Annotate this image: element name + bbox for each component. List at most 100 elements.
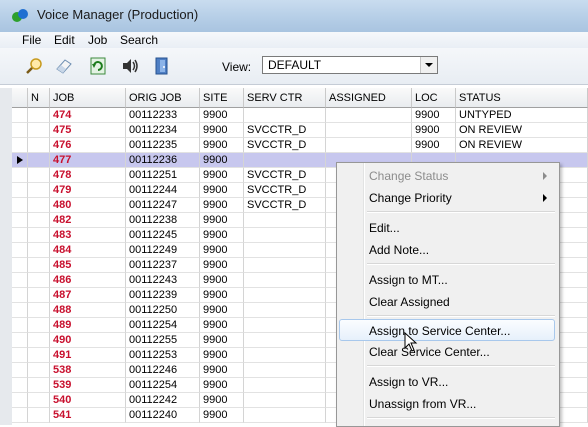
cell-job[interactable]: 484 — [50, 243, 126, 258]
cell-loc[interactable]: 9900 — [412, 123, 456, 138]
cell-site[interactable]: 9900 — [200, 153, 244, 168]
cell-site[interactable]: 9900 — [200, 183, 244, 198]
cell-serv-ctr[interactable] — [244, 318, 326, 333]
cell-site[interactable]: 9900 — [200, 378, 244, 393]
menu-edit[interactable]: Edit — [54, 32, 75, 48]
cell-n[interactable] — [28, 408, 50, 423]
cell-site[interactable]: 9900 — [200, 408, 244, 423]
cell-site[interactable]: 9900 — [200, 213, 244, 228]
row-indicator[interactable] — [12, 258, 28, 273]
cell-n[interactable] — [28, 273, 50, 288]
row-indicator[interactable] — [12, 303, 28, 318]
column-header-serv-ctr[interactable]: SERV CTR — [244, 88, 326, 108]
cell-orig-job[interactable]: 00112245 — [126, 228, 200, 243]
cell-job[interactable]: 487 — [50, 288, 126, 303]
cell-job[interactable]: 482 — [50, 213, 126, 228]
row-indicator[interactable] — [12, 378, 28, 393]
cell-n[interactable] — [28, 363, 50, 378]
cell-site[interactable]: 9900 — [200, 198, 244, 213]
cell-serv-ctr[interactable] — [244, 108, 326, 123]
row-indicator[interactable] — [12, 243, 28, 258]
cell-site[interactable]: 9900 — [200, 303, 244, 318]
speaker-icon[interactable] — [120, 56, 140, 76]
row-indicator[interactable] — [12, 348, 28, 363]
row-indicator[interactable] — [12, 273, 28, 288]
cell-loc[interactable]: 9900 — [412, 138, 456, 153]
column-header-assigned[interactable]: ASSIGNED — [326, 88, 412, 108]
cell-serv-ctr[interactable]: SVCCTR_D — [244, 168, 326, 183]
menu-item-assign-to-mt[interactable]: Assign to MT... — [339, 269, 555, 291]
menu-item-clear-assigned[interactable]: Clear Assigned — [339, 291, 555, 313]
cell-serv-ctr[interactable] — [244, 348, 326, 363]
cell-orig-job[interactable]: 00112233 — [126, 108, 200, 123]
row-indicator[interactable] — [12, 168, 28, 183]
row-indicator[interactable] — [12, 138, 28, 153]
cell-n[interactable] — [28, 243, 50, 258]
cell-site[interactable]: 9900 — [200, 318, 244, 333]
row-indicator[interactable] — [12, 393, 28, 408]
cell-site[interactable]: 9900 — [200, 288, 244, 303]
search-icon[interactable] — [24, 56, 44, 76]
cell-serv-ctr[interactable]: SVCCTR_D — [244, 198, 326, 213]
row-indicator[interactable] — [12, 213, 28, 228]
menu-search[interactable]: Search — [120, 32, 158, 48]
cell-serv-ctr[interactable] — [244, 378, 326, 393]
cell-orig-job[interactable]: 00112237 — [126, 258, 200, 273]
cell-n[interactable] — [28, 348, 50, 363]
column-header-site[interactable]: SITE — [200, 88, 244, 108]
cell-loc[interactable]: 9900 — [412, 108, 456, 123]
cell-job[interactable]: 474 — [50, 108, 126, 123]
cell-n[interactable] — [28, 258, 50, 273]
cell-job[interactable]: 539 — [50, 378, 126, 393]
cell-orig-job[interactable]: 00112244 — [126, 183, 200, 198]
exit-door-icon[interactable] — [152, 56, 172, 76]
cell-n[interactable] — [28, 288, 50, 303]
row-indicator[interactable] — [12, 153, 28, 168]
cell-orig-job[interactable]: 00112253 — [126, 348, 200, 363]
row-indicator[interactable] — [12, 198, 28, 213]
cell-job[interactable]: 489 — [50, 318, 126, 333]
cell-n[interactable] — [28, 378, 50, 393]
cell-serv-ctr[interactable]: SVCCTR_D — [244, 138, 326, 153]
menu-item-assign-to-vr[interactable]: Assign to VR... — [339, 371, 555, 393]
cell-serv-ctr[interactable] — [244, 363, 326, 378]
column-header-job[interactable]: JOB — [50, 88, 126, 108]
cell-n[interactable] — [28, 213, 50, 228]
cell-serv-ctr[interactable]: SVCCTR_D — [244, 183, 326, 198]
cell-serv-ctr[interactable] — [244, 288, 326, 303]
cell-job[interactable]: 476 — [50, 138, 126, 153]
cell-orig-job[interactable]: 00112251 — [126, 168, 200, 183]
cell-n[interactable] — [28, 333, 50, 348]
cell-site[interactable]: 9900 — [200, 168, 244, 183]
cell-job[interactable]: 480 — [50, 198, 126, 213]
row-indicator[interactable] — [12, 408, 28, 423]
cell-orig-job[interactable]: 00112235 — [126, 138, 200, 153]
cell-orig-job[interactable]: 00112236 — [126, 153, 200, 168]
cell-n[interactable] — [28, 123, 50, 138]
cell-job[interactable]: 477 — [50, 153, 126, 168]
cell-site[interactable]: 9900 — [200, 228, 244, 243]
cell-n[interactable] — [28, 138, 50, 153]
table-row[interactable]: 474 00112233 9900 9900 UNTYPED — [12, 108, 588, 123]
cell-serv-ctr[interactable] — [244, 228, 326, 243]
cell-serv-ctr[interactable] — [244, 303, 326, 318]
cell-serv-ctr[interactable] — [244, 213, 326, 228]
refresh-icon[interactable] — [88, 56, 108, 76]
cell-orig-job[interactable]: 00112238 — [126, 213, 200, 228]
cell-job[interactable]: 490 — [50, 333, 126, 348]
cell-job[interactable]: 488 — [50, 303, 126, 318]
cell-site[interactable]: 9900 — [200, 258, 244, 273]
cell-orig-job[interactable]: 00112242 — [126, 393, 200, 408]
cell-orig-job[interactable]: 00112249 — [126, 243, 200, 258]
table-row[interactable]: 475 00112234 9900 SVCCTR_D 9900 ON REVIEW — [12, 123, 588, 138]
cell-job[interactable]: 541 — [50, 408, 126, 423]
cell-n[interactable] — [28, 303, 50, 318]
row-indicator[interactable] — [12, 288, 28, 303]
cell-serv-ctr[interactable] — [244, 153, 326, 168]
cell-assigned[interactable] — [326, 108, 412, 123]
cell-job[interactable]: 538 — [50, 363, 126, 378]
row-indicator[interactable] — [12, 228, 28, 243]
cell-job[interactable]: 540 — [50, 393, 126, 408]
cell-site[interactable]: 9900 — [200, 393, 244, 408]
cell-site[interactable]: 9900 — [200, 348, 244, 363]
